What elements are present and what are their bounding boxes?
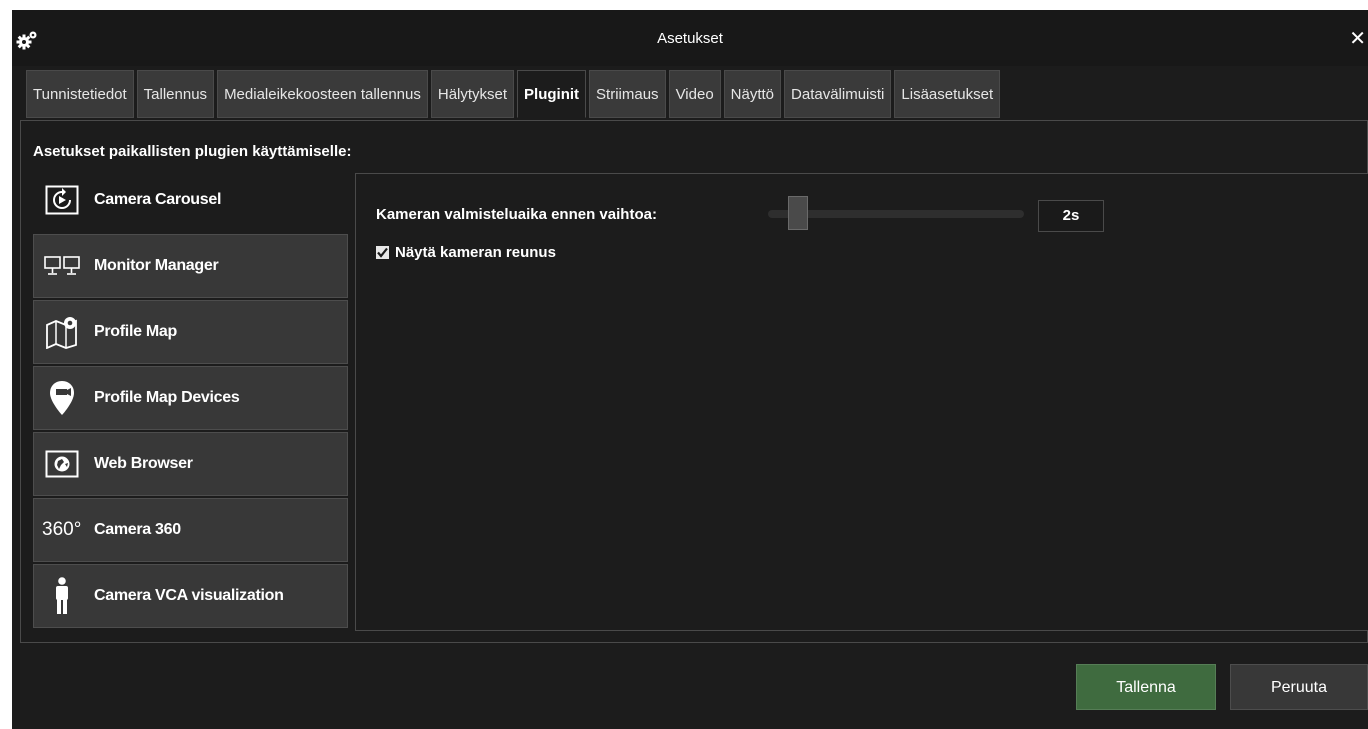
dialog-title: Asetukset: [657, 30, 723, 47]
close-icon[interactable]: ✕: [1349, 26, 1366, 51]
checkmark-icon: [377, 247, 388, 258]
monitors-icon: [44, 248, 80, 284]
dialog-footer: Tallenna Peruuta: [12, 644, 1368, 729]
title-bar: Asetukset ✕: [12, 10, 1368, 66]
person-icon: [44, 577, 80, 614]
plugin-item-web-browser[interactable]: Web Browser: [33, 432, 348, 496]
plugin-item-profile-map-devices[interactable]: Profile Map Devices: [33, 366, 348, 430]
plugin-list: Camera Carousel Monitor Manager Profile …: [33, 168, 348, 630]
carousel-icon: [44, 182, 80, 218]
tab-striimaus[interactable]: Striimaus: [589, 70, 666, 118]
save-button[interactable]: Tallenna: [1076, 664, 1216, 710]
plugin-item-profile-map[interactable]: Profile Map: [33, 300, 348, 364]
tab-medialeikekoosteen-tallennus[interactable]: Medialeikekoosteen tallennus: [217, 70, 428, 118]
tab-content: Asetukset paikallisten plugien käyttämis…: [20, 120, 1368, 643]
plugin-item-camera-360[interactable]: 360° Camera 360: [33, 498, 348, 562]
tab-tunnistetiedot[interactable]: Tunnistetiedot: [26, 70, 134, 118]
plugin-label: Monitor Manager: [94, 257, 219, 274]
plugin-label: Camera 360: [94, 521, 181, 538]
plugin-item-monitor-manager[interactable]: Monitor Manager: [33, 234, 348, 298]
tab-tallennus[interactable]: Tallennus: [136, 70, 215, 118]
switch-delay-slider-handle[interactable]: [788, 196, 808, 230]
tab-bar: Tunnistetiedot Tallennus Medialeikekoost…: [26, 70, 1001, 120]
tab-naytto[interactable]: Näyttö: [723, 70, 782, 118]
switch-delay-label: Kameran valmisteluaika ennen vaihtoa:: [376, 206, 657, 223]
plugin-settings-panel: Kameran valmisteluaika ennen vaihtoa: 2s…: [355, 173, 1368, 631]
plugin-item-camera-vca-visualization[interactable]: Camera VCA visualization: [33, 564, 348, 628]
camera-360-icon: 360°: [42, 512, 92, 548]
section-title: Asetukset paikallisten plugien käyttämis…: [33, 143, 352, 160]
show-camera-border-checkbox[interactable]: [376, 246, 389, 259]
globe-icon: [44, 446, 80, 482]
plugin-label: Profile Map Devices: [94, 389, 240, 406]
settings-dialog: Asetukset ✕ Tunnistetiedot Tallennus Med…: [12, 10, 1368, 729]
show-camera-border-label: Näytä kameran reunus: [395, 244, 556, 261]
plugin-label: Profile Map: [94, 323, 177, 340]
tab-video[interactable]: Video: [668, 70, 721, 118]
tab-pluginit[interactable]: Pluginit: [517, 70, 587, 118]
plugin-item-camera-carousel[interactable]: Camera Carousel: [33, 168, 348, 232]
tab-halytykset[interactable]: Hälytykset: [430, 70, 515, 118]
tab-lisaasetukset[interactable]: Lisäasetukset: [894, 70, 1001, 118]
plugin-label: Camera VCA visualization: [94, 587, 284, 604]
plugin-label: Camera Carousel: [94, 191, 222, 208]
map-icon: [44, 314, 80, 350]
cancel-button[interactable]: Peruuta: [1230, 664, 1368, 710]
plugin-label: Web Browser: [94, 455, 193, 472]
tab-datavalimuisti[interactable]: Datavälimuisti: [784, 70, 892, 118]
map-pin-icon: [44, 380, 80, 416]
show-camera-border-row: Näytä kameran reunus: [376, 244, 556, 261]
camera-360-icon-text: 360°: [42, 519, 82, 540]
switch-delay-value: 2s: [1038, 200, 1104, 232]
